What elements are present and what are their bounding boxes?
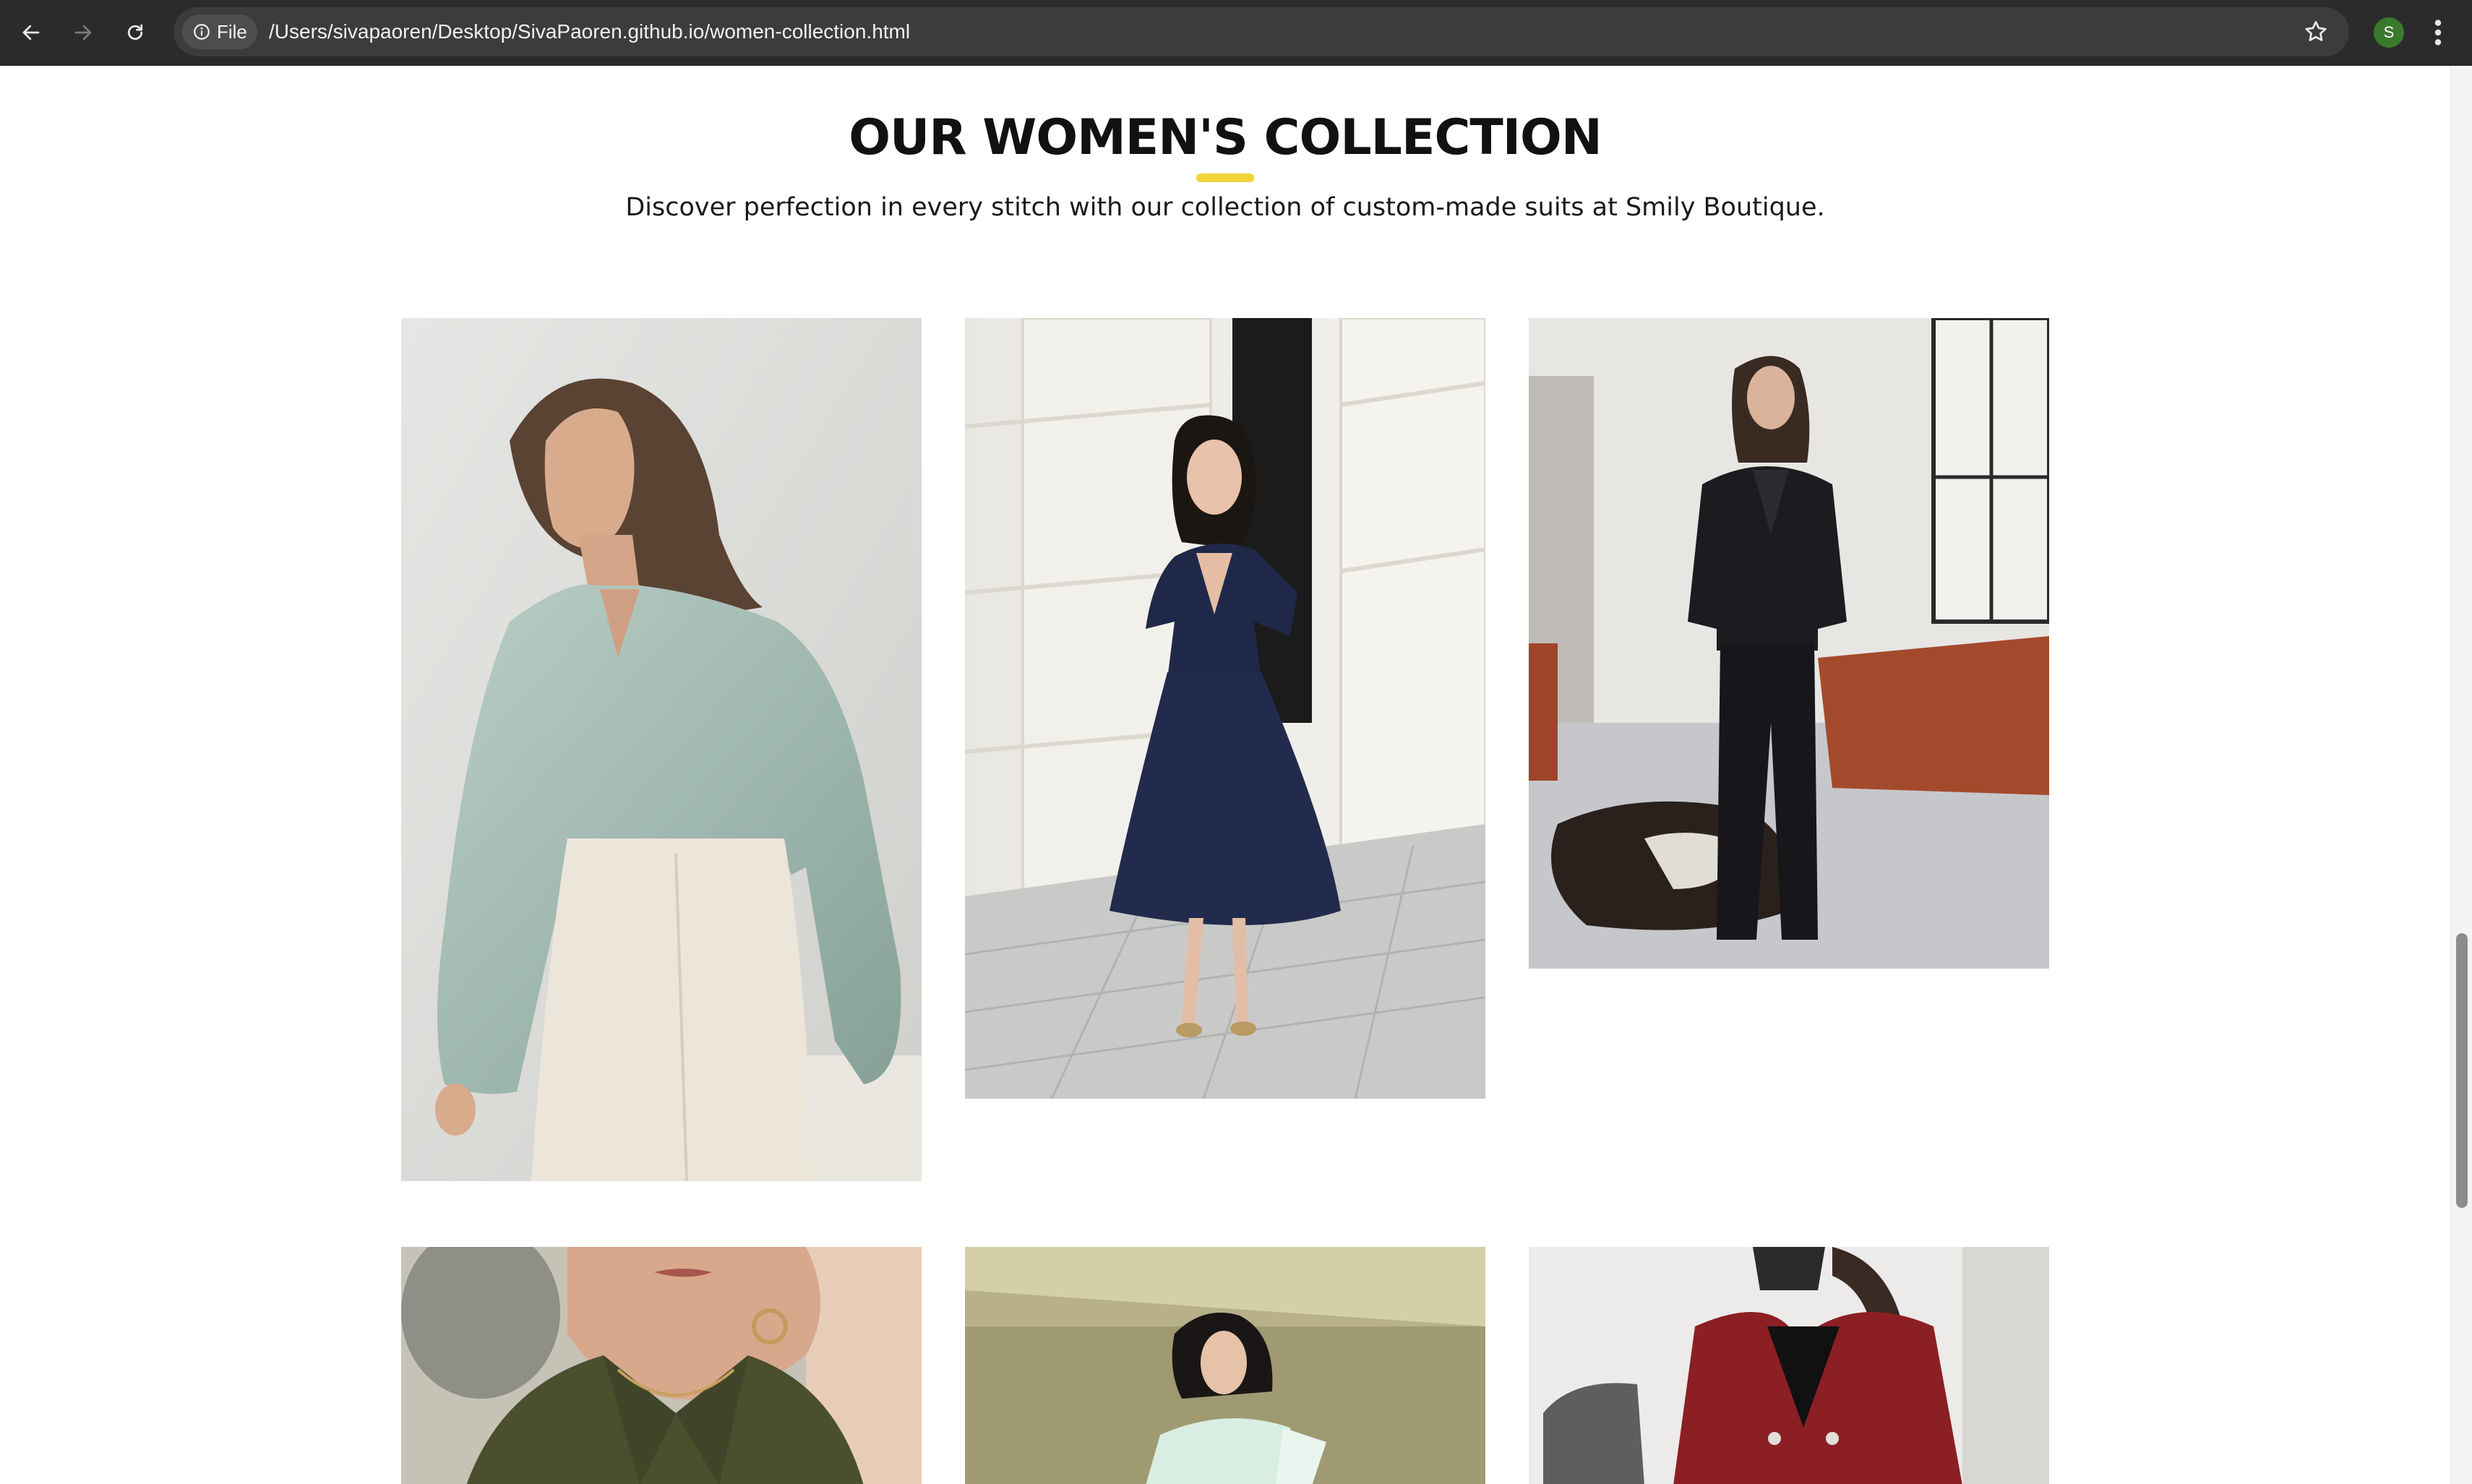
page-viewport: OUR WOMEN'S COLLECTION Discover perfecti… bbox=[0, 66, 2450, 1484]
page-scrollbar[interactable] bbox=[2450, 66, 2472, 1484]
url-text[interactable]: /Users/sivapaoren/Desktop/SivaPaoren.git… bbox=[269, 7, 910, 56]
product-image-mint-draped-gown[interactable] bbox=[965, 1247, 1485, 1484]
product-image-red-cropped-blazer[interactable] bbox=[1529, 1247, 2049, 1484]
reload-button[interactable] bbox=[119, 16, 152, 49]
site-info-chip[interactable]: File bbox=[182, 14, 257, 49]
title-underline bbox=[1196, 173, 1254, 182]
page-subtitle: Discover perfection in every stitch with… bbox=[625, 193, 1825, 222]
back-button[interactable] bbox=[14, 16, 48, 49]
info-icon bbox=[194, 24, 210, 40]
product-image-olive-shirt[interactable] bbox=[401, 1247, 922, 1484]
forward-arrow-icon bbox=[74, 25, 92, 40]
kebab-menu-icon[interactable] bbox=[2427, 16, 2449, 49]
forward-button[interactable] bbox=[66, 16, 100, 49]
browser-toolbar: File /Users/sivapaoren/Desktop/SivaPaore… bbox=[0, 0, 2472, 66]
profile-avatar[interactable]: S bbox=[2374, 17, 2404, 48]
product-image-navy-midi-dress[interactable] bbox=[965, 318, 1485, 1099]
product-image-sage-satin-blouse[interactable] bbox=[401, 318, 922, 1181]
scrollbar-thumb[interactable] bbox=[2456, 933, 2468, 1208]
product-image-black-three-piece-suit[interactable] bbox=[1529, 318, 2049, 969]
back-arrow-icon bbox=[22, 25, 40, 40]
reload-icon bbox=[127, 24, 143, 40]
address-bar[interactable]: File /Users/sivapaoren/Desktop/SivaPaore… bbox=[173, 7, 2349, 56]
file-chip-label: File bbox=[217, 20, 247, 43]
star-icon[interactable] bbox=[2303, 19, 2329, 45]
page-title: OUR WOMEN'S COLLECTION bbox=[849, 109, 1602, 166]
